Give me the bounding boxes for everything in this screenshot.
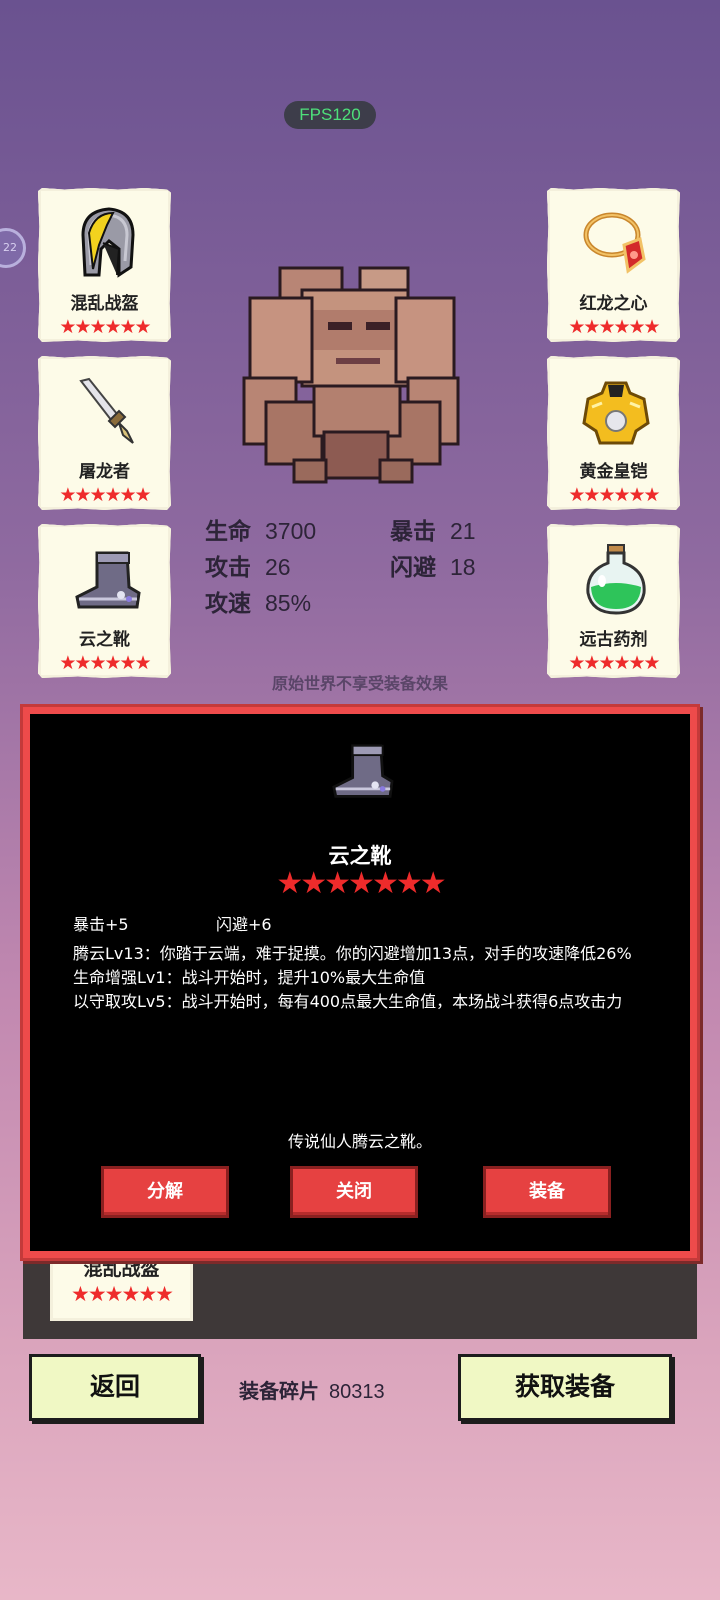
- side-badge-text: 22: [3, 241, 17, 254]
- skill-line: 生命增强Lv1：战斗开始时，提升10%最大生命值: [73, 968, 426, 987]
- rock-golem-sprite: [242, 266, 460, 484]
- fps-counter: FPS120: [284, 101, 376, 129]
- star-rating: ★★★★★★: [59, 484, 151, 506]
- skill-line: 腾云Lv13：你踏于云端，难于捉摸。你的闪避增加13点，对手的攻速降低26%: [73, 944, 632, 963]
- slot-helmet[interactable]: 混乱战盔 ★★★★★★: [38, 188, 171, 342]
- helmet-icon: [81, 207, 135, 278]
- close-button[interactable]: 关闭: [290, 1166, 418, 1218]
- decompose-button[interactable]: 分解: [101, 1166, 229, 1218]
- shards-counter: 装备碎片 80313: [239, 1375, 385, 1404]
- star-rating: ★★★★★★: [568, 316, 660, 338]
- item-lore: 传说仙人腾云之靴。: [287, 1132, 432, 1151]
- stat-crit: 暴击 21: [390, 518, 476, 545]
- boot-icon: [75, 551, 141, 609]
- item-name: 云之靴: [79, 630, 130, 650]
- item-name: 红龙之心: [579, 294, 648, 314]
- dagger-icon: [79, 377, 134, 444]
- inventory-item-name: 混乱战盔: [83, 1258, 160, 1280]
- item-name: 远古药剂: [579, 630, 648, 650]
- inventory-item[interactable]: 混乱战盔 ★★★★★★: [50, 1249, 193, 1321]
- stat-attack: 攻击 26: [205, 554, 291, 581]
- potion-icon: [586, 544, 646, 615]
- star-rating: ★★★★★★: [59, 316, 151, 338]
- slot-boots[interactable]: 云之靴 ★★★★★★: [38, 524, 171, 678]
- skill-line: 以守取攻Lv5：战斗开始时，每有400点最大生命值，本场战斗获得6点攻击力: [73, 992, 623, 1011]
- bonus-dodge: 闪避+6: [216, 915, 272, 934]
- shards-value: 80313: [329, 1381, 385, 1403]
- star-rating: ★★★★★★: [568, 484, 660, 506]
- item-detail-modal: 云之靴 ★★★★★★★ 暴击+5 闪避+6 腾云Lv13：你踏于云端，难于捉摸。…: [23, 707, 697, 1258]
- stat-attack-speed: 攻速 85%: [205, 590, 312, 617]
- item-name: 混乱战盔: [70, 294, 139, 314]
- slot-weapon[interactable]: 屠龙者 ★★★★★★: [38, 356, 171, 510]
- back-button[interactable]: 返回: [29, 1354, 201, 1421]
- get-equipment-button[interactable]: 获取装备: [458, 1354, 672, 1421]
- world-notice: 原始世界不享受装备效果: [271, 674, 448, 693]
- inventory-item-stars: ★★★★★★: [71, 1282, 174, 1306]
- boot-icon: [332, 744, 394, 798]
- item-name: 黄金皇铠: [579, 462, 648, 482]
- item-name: 屠龙者: [79, 462, 130, 482]
- item-description: 腾云Lv13：你踏于云端，难于捉摸。你的闪避增加13点，对手的攻速降低26% 生…: [73, 942, 653, 1014]
- slot-amulet[interactable]: 红龙之心 ★★★★★★: [547, 188, 680, 342]
- amulet-icon: [583, 212, 646, 274]
- slot-potion[interactable]: 远古药剂 ★★★★★★: [547, 524, 680, 678]
- equip-button[interactable]: 装备: [483, 1166, 611, 1218]
- modal-star-rating: ★★★★★★★: [276, 866, 446, 901]
- golden-armor-icon: [582, 381, 650, 445]
- side-floating-button[interactable]: 22: [0, 228, 26, 268]
- shards-label: 装备碎片: [239, 1379, 319, 1403]
- stat-hp: 生命 3700: [205, 518, 317, 545]
- bonus-crit: 暴击+5: [73, 915, 129, 934]
- stat-dodge: 闪避 18: [390, 554, 476, 581]
- slot-armor[interactable]: 黄金皇铠 ★★★★★★: [547, 356, 680, 510]
